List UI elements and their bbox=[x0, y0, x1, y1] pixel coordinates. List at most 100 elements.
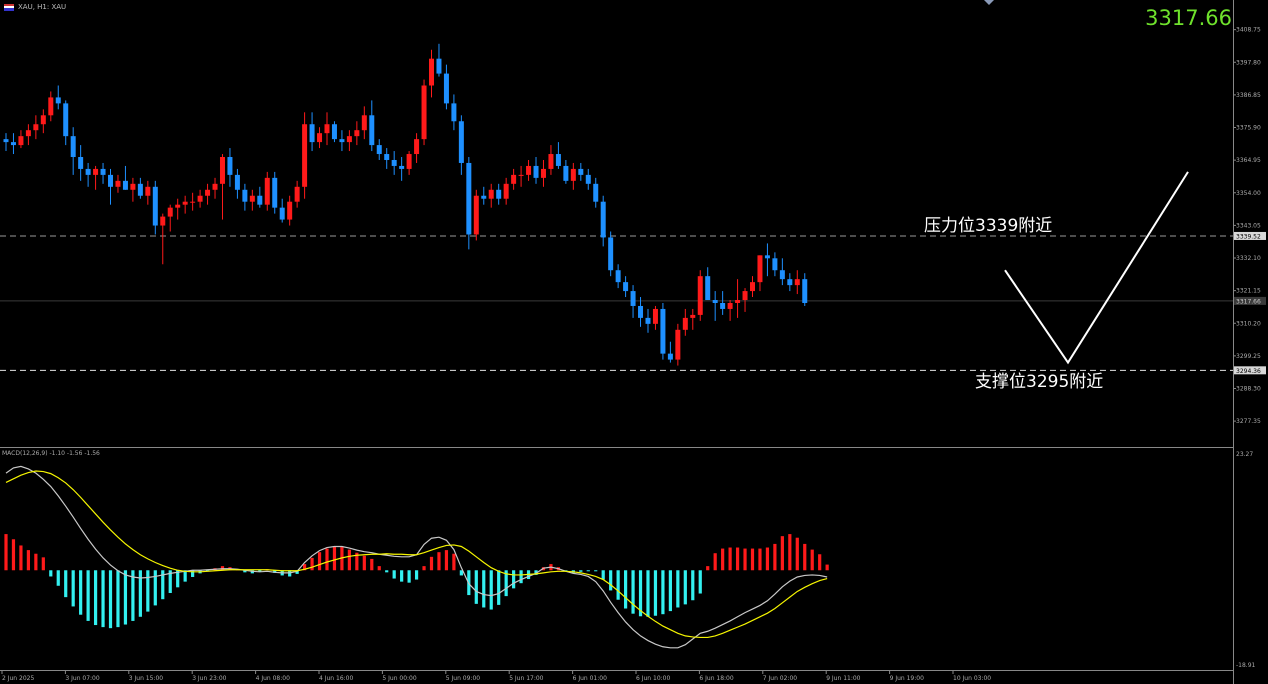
candle bbox=[660, 302, 666, 360]
histogram-bar bbox=[437, 552, 441, 571]
histogram-bar bbox=[26, 550, 30, 571]
candle-body bbox=[376, 145, 382, 155]
candle bbox=[175, 198, 181, 220]
candle-body bbox=[555, 154, 561, 166]
candle-body bbox=[384, 154, 390, 160]
candle-body bbox=[660, 308, 666, 354]
candle-body bbox=[533, 165, 539, 178]
candle-body bbox=[272, 177, 278, 208]
candle bbox=[414, 133, 420, 163]
candle bbox=[802, 273, 808, 306]
histogram-bar bbox=[377, 566, 381, 571]
candle bbox=[70, 127, 76, 175]
histogram-bar bbox=[452, 553, 456, 571]
macd-main-line bbox=[5, 465, 828, 649]
candle bbox=[122, 165, 128, 190]
histogram-bar bbox=[34, 553, 38, 571]
candle-body bbox=[309, 124, 315, 143]
candle-body bbox=[78, 157, 84, 169]
histogram-bar bbox=[489, 570, 493, 610]
candle bbox=[555, 142, 561, 169]
candle-body bbox=[361, 115, 367, 131]
time-tick-label: 3 Jun 07:00 bbox=[65, 675, 99, 682]
current-price-display: 3317.66 bbox=[1145, 6, 1232, 30]
candle bbox=[720, 291, 726, 315]
histogram-bar bbox=[661, 570, 665, 615]
candle-body bbox=[219, 157, 225, 184]
histogram-bar bbox=[317, 552, 322, 571]
histogram-bar bbox=[123, 570, 128, 625]
macd-tick-label: -18.91 bbox=[1236, 662, 1256, 669]
candle bbox=[160, 213, 166, 265]
candle bbox=[205, 183, 211, 205]
candle bbox=[600, 195, 606, 247]
histogram-bar bbox=[713, 553, 717, 571]
candle bbox=[473, 189, 479, 241]
candle bbox=[764, 243, 770, 277]
macd-signal-line bbox=[5, 470, 828, 639]
candle-body bbox=[720, 302, 726, 309]
candle-body bbox=[757, 255, 763, 283]
candle bbox=[406, 151, 412, 175]
histogram-bar bbox=[49, 570, 53, 577]
candle bbox=[436, 43, 442, 77]
candle bbox=[331, 121, 337, 143]
histogram-bar bbox=[735, 547, 740, 571]
price-tick-label: 3343.05 bbox=[1236, 222, 1261, 229]
candle-body bbox=[331, 124, 337, 140]
resistance-marker-label: 3339.52 bbox=[1236, 233, 1261, 240]
time-tick-label: 9 Jun 11:00 bbox=[826, 675, 860, 682]
candle bbox=[630, 285, 636, 318]
candle bbox=[234, 168, 240, 199]
candle bbox=[503, 177, 509, 205]
chart-shift-marker-icon[interactable] bbox=[984, 0, 994, 5]
candle bbox=[55, 85, 61, 110]
macd-tick-label: 23.27 bbox=[1236, 451, 1253, 458]
time-tick-label: 5 Jun 17:00 bbox=[509, 675, 543, 682]
candle bbox=[108, 168, 114, 205]
histogram-bar bbox=[482, 570, 486, 608]
time-tick-label: 4 Jun 16:00 bbox=[319, 675, 353, 682]
candle-body bbox=[212, 183, 218, 190]
candle bbox=[85, 162, 91, 187]
histogram-bar bbox=[347, 549, 351, 571]
candle bbox=[391, 151, 397, 175]
candle-body bbox=[750, 282, 755, 292]
histogram-bar bbox=[41, 557, 45, 571]
candle-body bbox=[540, 168, 546, 178]
candle-body bbox=[40, 115, 46, 125]
time-tick-label: 6 Jun 01:00 bbox=[573, 675, 607, 682]
candle-body bbox=[399, 165, 405, 169]
histogram-bar bbox=[818, 554, 822, 571]
histogram-bar bbox=[609, 570, 613, 591]
chart-canvas[interactable]: 3408.75 3397.80 3386.85 3375.90 3364.95 3354.… bbox=[0, 0, 1268, 684]
histogram-bar bbox=[803, 543, 807, 571]
histogram-bar bbox=[497, 570, 501, 605]
candle-body bbox=[145, 186, 151, 196]
candle bbox=[100, 162, 106, 184]
candle bbox=[361, 106, 367, 140]
candle bbox=[78, 145, 84, 181]
candle-body bbox=[645, 317, 651, 324]
candle-body bbox=[354, 130, 360, 137]
candle bbox=[249, 189, 255, 211]
candle-body bbox=[324, 124, 330, 134]
time-tick-label: 3 Jun 15:00 bbox=[129, 675, 163, 682]
histogram-bar bbox=[56, 570, 60, 586]
candle bbox=[794, 270, 800, 295]
candle-body bbox=[3, 139, 9, 143]
candle bbox=[496, 183, 502, 205]
candle bbox=[757, 255, 763, 292]
candle-body bbox=[287, 201, 293, 220]
candle-body bbox=[600, 201, 606, 238]
candle-body bbox=[70, 136, 76, 158]
candle bbox=[309, 112, 315, 152]
macd-indicator-label: MACD(12,26,9) -1.10 -1.56 -1.56 bbox=[2, 450, 100, 457]
histogram-bar bbox=[691, 570, 695, 601]
histogram-bar bbox=[825, 564, 829, 571]
candle-body bbox=[712, 300, 718, 303]
candle bbox=[48, 91, 54, 122]
candle-body bbox=[85, 168, 91, 175]
histogram-bar bbox=[400, 570, 404, 582]
histogram-bar bbox=[586, 570, 590, 572]
